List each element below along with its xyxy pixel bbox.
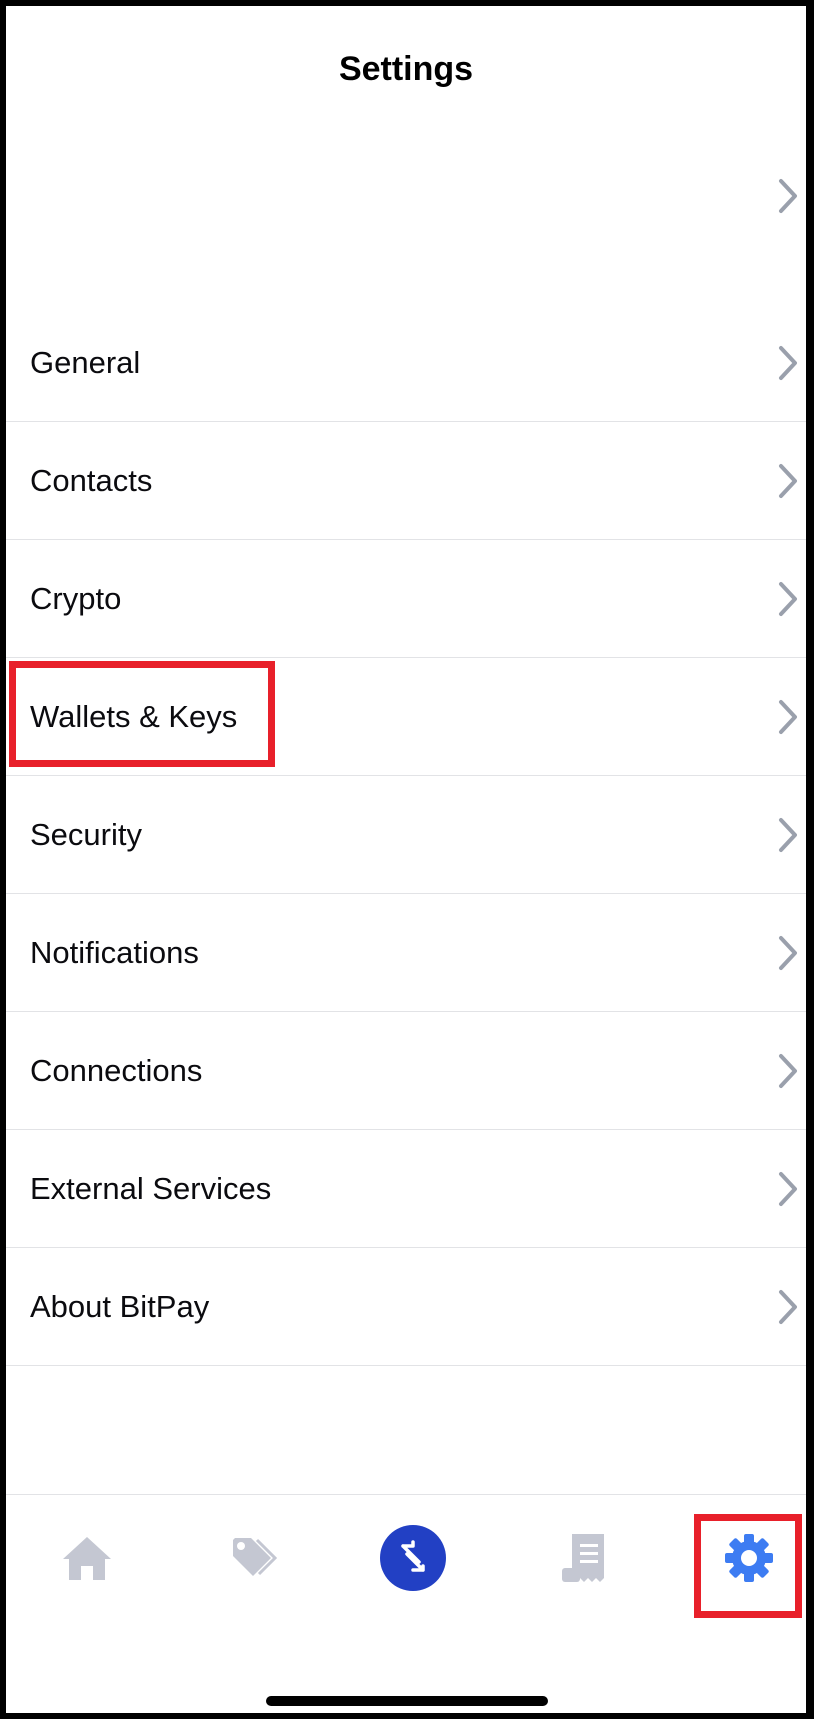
tab-shop[interactable] xyxy=(218,1523,288,1593)
home-indicator xyxy=(266,1696,548,1706)
settings-item-label: Crypto xyxy=(30,580,122,616)
settings-item-crypto[interactable]: Crypto xyxy=(6,540,806,658)
settings-item-label: Security xyxy=(30,816,142,852)
settings-item-external-services[interactable]: External Services xyxy=(6,1130,806,1248)
page-title: Settings xyxy=(338,50,474,88)
chevron-right-icon xyxy=(776,815,800,855)
tab-activity[interactable] xyxy=(549,1523,619,1593)
settings-item-label: Wallets & Keys xyxy=(30,698,238,734)
settings-item-general[interactable]: General xyxy=(6,304,806,422)
settings-item-notifications[interactable]: Notifications xyxy=(6,894,806,1012)
settings-item-wallets-keys[interactable]: Wallets & Keys xyxy=(6,658,806,776)
chevron-right-icon xyxy=(776,176,800,216)
tab-transact[interactable] xyxy=(378,1523,448,1593)
settings-item-label: General xyxy=(30,344,141,380)
settings-item-label: Contacts xyxy=(30,462,153,498)
chevron-right-icon xyxy=(776,933,800,973)
tab-settings[interactable] xyxy=(714,1523,784,1593)
settings-item-connections[interactable]: Connections xyxy=(6,1012,806,1130)
chevron-right-icon xyxy=(776,579,800,619)
settings-item-label: About BitPay xyxy=(30,1288,210,1324)
settings-item-label: External Services xyxy=(30,1170,272,1206)
chevron-right-icon xyxy=(776,697,800,737)
settings-item-security[interactable]: Security xyxy=(6,776,806,894)
settings-list: General Contacts Crypto Wallets & Keys S… xyxy=(6,304,806,1366)
chevron-right-icon xyxy=(776,461,800,501)
chevron-right-icon xyxy=(776,1287,800,1327)
chevron-right-icon xyxy=(776,343,800,383)
settings-item-about-bitpay[interactable]: About BitPay xyxy=(6,1248,806,1366)
settings-screen: Settings General Contacts Crypto Wallets… xyxy=(6,6,806,1713)
settings-item-label: Notifications xyxy=(30,934,199,970)
settings-item-contacts[interactable]: Contacts xyxy=(6,422,806,540)
gear-icon xyxy=(725,1534,773,1582)
tab-home[interactable] xyxy=(52,1523,122,1593)
home-icon xyxy=(63,1537,111,1580)
profile-row[interactable] xyxy=(6,126,806,266)
chevron-right-icon xyxy=(776,1051,800,1091)
tag-icon xyxy=(233,1538,277,1576)
bottom-tab-bar xyxy=(6,1494,806,1654)
transact-icon xyxy=(380,1525,446,1591)
receipt-icon xyxy=(562,1534,604,1582)
settings-item-label: Connections xyxy=(30,1052,203,1088)
chevron-right-icon xyxy=(776,1169,800,1209)
